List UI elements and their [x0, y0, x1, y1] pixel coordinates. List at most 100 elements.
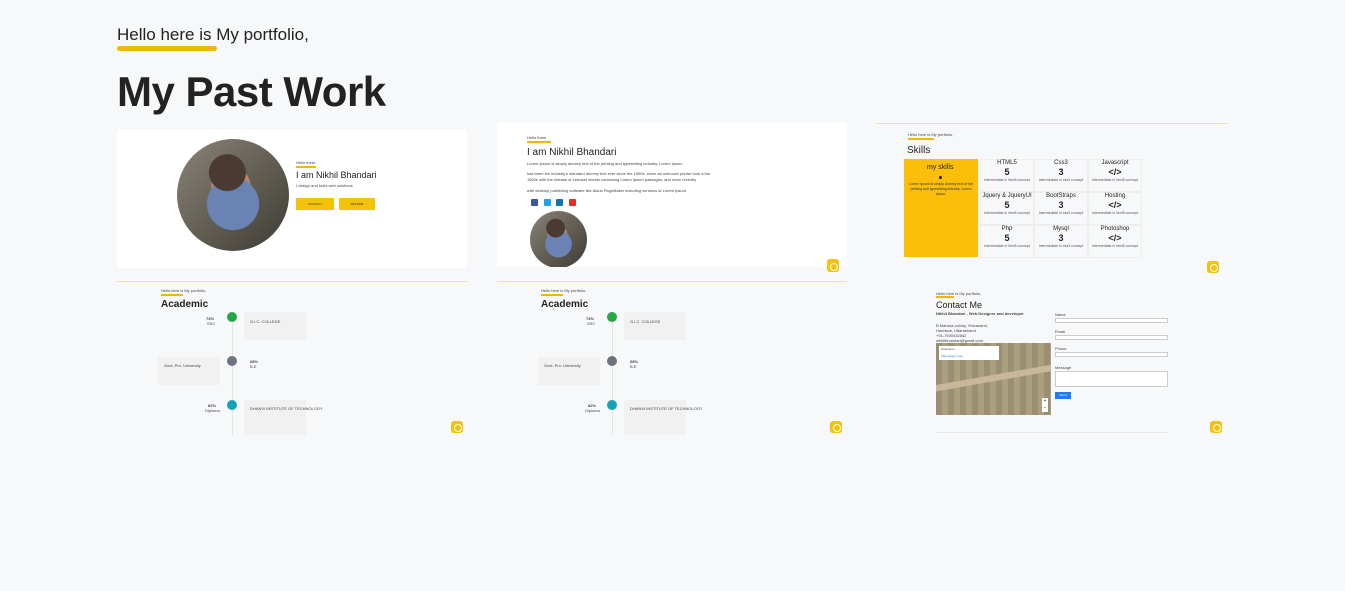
contact-subtitle: Nikhil Bhandari - Web Designer and devel…	[936, 311, 1024, 316]
hello-underline	[541, 294, 563, 296]
paragraph-3: 1500s with the release of Letraset sheet…	[527, 177, 697, 182]
skill-name: BootStraps	[1046, 193, 1076, 199]
row1-school: G.I.C. COLLEGE	[250, 319, 281, 324]
hello-label: Hello there	[527, 135, 547, 140]
hello-underline	[296, 166, 316, 168]
paragraph-2: has been the industry's standard dummy t…	[527, 171, 711, 176]
timeline-line	[612, 317, 613, 435]
work-card-skills[interactable]: Hello here is My portfolio, Skills my sk…	[877, 123, 1227, 277]
paragraph-4: with desktop publishing software like Al…	[527, 188, 688, 193]
contact-title: Contact Me	[936, 300, 983, 310]
skills-title: Skills	[907, 145, 931, 156]
skill-level: Intermediate in css3 concept	[1038, 244, 1084, 248]
map-view-larger-link[interactable]: View larger map	[941, 354, 963, 358]
field-label-message: Message	[1055, 365, 1072, 370]
message-textarea[interactable]	[1055, 371, 1168, 387]
youtube-icon[interactable]	[569, 199, 576, 206]
settings-gear-icon[interactable]	[1210, 421, 1222, 433]
skill-icon: 3	[1058, 167, 1064, 177]
skill-card: Php 5 Intermediate in html5 concept	[980, 225, 1034, 258]
skill-name: Css3	[1054, 160, 1068, 166]
skill-name: Javascript	[1101, 160, 1129, 166]
row2-school: Govt. Pro. University	[544, 363, 581, 368]
skill-icon: 5	[1004, 233, 1010, 243]
skill-icon: </>	[1108, 200, 1122, 210]
row1-school: G.I.C. COLLEGE	[630, 319, 661, 324]
work-card-home-2[interactable]: Hello there I am Nikhil Bhandari Lorem I…	[497, 123, 847, 281]
phone-input[interactable]	[1055, 352, 1168, 357]
hello-underline	[161, 294, 183, 296]
skill-card: Css3 3 Intermediate in css3 concept	[1034, 159, 1088, 192]
skill-card: BootStraps 3 Intermediate in css3 concept	[1034, 192, 1088, 225]
timeline-line	[232, 317, 233, 435]
skill-card: Mysql 3 Intermediate in css3 concept	[1034, 225, 1088, 258]
field-label-email: Email	[1055, 329, 1066, 334]
field-label-phone: Phone	[1055, 346, 1067, 351]
timeline-dot-green	[227, 312, 237, 322]
row3-level: Diploma	[205, 408, 220, 413]
work-card-home-1[interactable]: Hello there I am Nikhil Bhandari I desig…	[117, 130, 467, 282]
hello-label: Hello here is My portfolio,	[908, 132, 954, 137]
skill-level: Intermediate in html5 concept	[1092, 211, 1138, 215]
greeting-underline	[117, 46, 217, 51]
my-skills-panel: my skills Lorem Ipsum is simply dummy te…	[904, 159, 978, 257]
map-zoom-control[interactable]: + −	[1042, 398, 1048, 412]
send-button[interactable]: Send	[1055, 392, 1071, 399]
linkedin-icon[interactable]	[556, 199, 563, 206]
hello-underline	[527, 141, 551, 143]
my-skills-heading: my skills	[927, 164, 954, 171]
timeline-box-1	[244, 312, 306, 340]
academic-title: Academic	[541, 299, 589, 310]
skill-level: Intermediate in html5 concept	[984, 211, 1030, 215]
skill-icon: 5	[1004, 200, 1010, 210]
twitter-icon[interactable]	[544, 199, 551, 206]
row3-school: DHANVI INSTITUTE OF TECHNOLOGY	[250, 406, 323, 411]
settings-gear-icon[interactable]	[1207, 261, 1219, 273]
hero-name: I am Nikhil Bhandari	[527, 147, 617, 158]
settings-gear-icon[interactable]	[451, 421, 463, 433]
skill-name: Jquery & JqueryUI	[982, 193, 1032, 199]
skill-card: HTML5 5 Intermediate in html5 concept	[980, 159, 1034, 192]
row2-level: B.E	[250, 364, 257, 369]
facebook-icon[interactable]	[531, 199, 538, 206]
timeline-box-1	[624, 312, 686, 340]
map-directions-label[interactable]: Directions	[941, 347, 954, 351]
skill-level: Intermediate in css3 concept	[1038, 211, 1084, 215]
skill-name: Hosting	[1104, 193, 1126, 199]
skill-card: Jquery & JqueryUI 5 Intermediate in html5 …	[980, 192, 1034, 225]
work-card-academic-2[interactable]: Hello here is My portfolio, Academic 74%…	[497, 281, 847, 435]
skill-name: Php	[1001, 226, 1013, 232]
paragraph-1: Lorem Ipsum is simply dummy text of the …	[527, 161, 683, 166]
hello-label: Hello here is My portfolio,	[541, 288, 587, 293]
skill-name: Photoshop	[1100, 226, 1130, 232]
hello-underline	[936, 296, 954, 298]
row3-school: DHANVI INSTITUTE OF TECHNOLOGY	[630, 406, 703, 411]
timeline-dot-teal	[607, 400, 617, 410]
card-footer-strip	[117, 268, 467, 282]
location-map[interactable]: Directions View larger map + −	[936, 343, 1051, 415]
contact-button[interactable]: CONTACT	[296, 198, 334, 210]
skill-icon: 3	[1058, 200, 1064, 210]
greeting-text: Hello here is My portfolio,	[117, 25, 309, 44]
skill-level: Intermediate in html5 concept	[984, 178, 1030, 182]
row2-level: B.E	[630, 364, 637, 369]
work-card-contact[interactable]: Hello here is My portfolio, Contact Me N…	[877, 281, 1227, 435]
field-label-name: Name	[1055, 312, 1066, 317]
skill-icon: 5	[1004, 167, 1010, 177]
settings-gear-icon[interactable]	[827, 260, 839, 272]
skill-card: Photoshop </> Intermediate in html5 concep…	[1088, 225, 1142, 258]
skill-icon: </>	[1108, 167, 1122, 177]
timeline-dot-gray	[227, 356, 237, 366]
timeline-dot-green	[607, 312, 617, 322]
resume-button[interactable]: RESUME	[339, 198, 375, 210]
email-input[interactable]	[1055, 335, 1168, 340]
skill-icon: </>	[1108, 233, 1122, 243]
skill-level: Intermediate in html5 concept	[1092, 178, 1138, 182]
work-card-academic-1[interactable]: Hello here is My portfolio, Academic 74%…	[117, 281, 467, 435]
row1-level: SSC	[207, 321, 216, 326]
timeline-box-2	[158, 357, 220, 385]
skill-level: Intermediate in css3 concept	[1038, 178, 1084, 182]
settings-gear-icon[interactable]	[830, 421, 842, 433]
page-title: My Past Work	[117, 68, 386, 115]
name-input[interactable]	[1055, 318, 1168, 323]
